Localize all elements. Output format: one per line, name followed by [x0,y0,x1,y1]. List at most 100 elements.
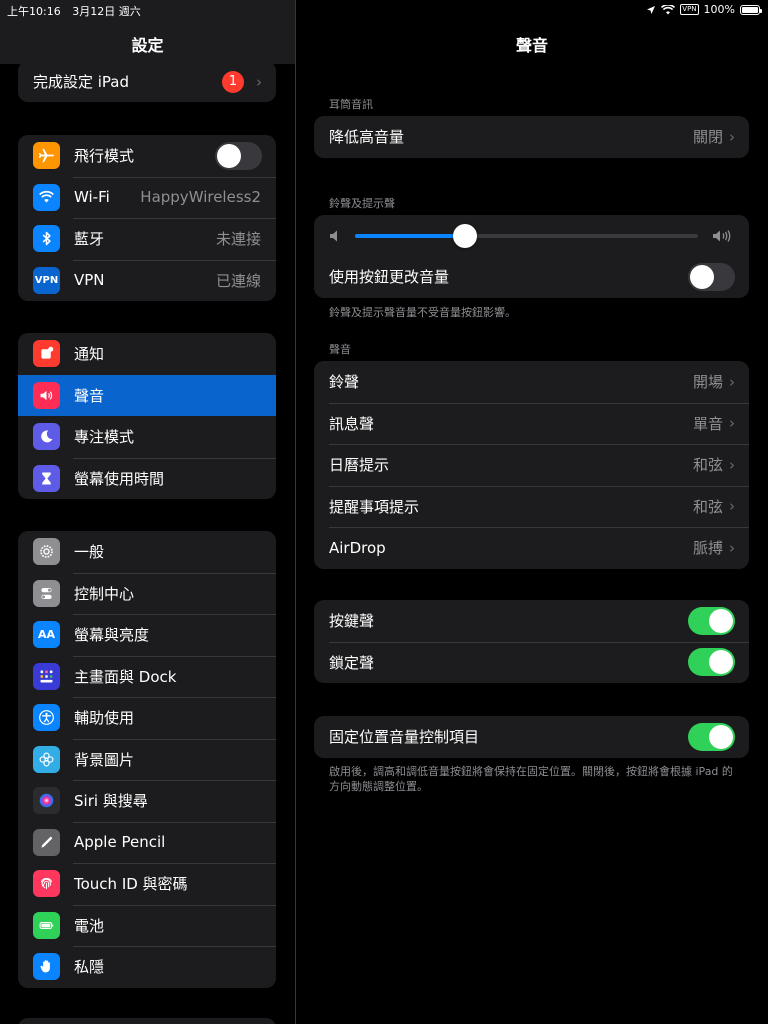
siri-icon [33,787,60,815]
battery-percent: 100% [703,3,735,16]
sidebar-item-privacy[interactable]: 私隱 [18,946,276,988]
sidebar-item-label: 電池 [74,916,105,935]
sidebar-item-label: 私隱 [74,958,105,977]
chevron-right-icon: › [729,414,735,433]
sidebar-item-home-screen[interactable]: 主畫面與 Dock [18,655,276,698]
change-with-buttons-label: 使用按鈕更改音量 [329,268,450,287]
sidebar-item-battery[interactable]: 電池 [18,904,276,947]
sidebar-item-general[interactable]: 一般 [18,531,276,573]
reduce-loud-audio-label: 降低高音量 [329,128,405,147]
calendar-alerts-row[interactable]: 日曆提示 和弦 › [314,444,749,486]
slider-thumb[interactable] [452,223,477,248]
change-with-buttons-row: 使用按鈕更改音量 [314,256,749,298]
status-date: 3月12日 週六 [72,5,141,18]
home-grid-icon [33,662,60,690]
setup-ipad-row[interactable]: 完成設定 iPad 1 › [18,61,276,102]
sidebar-item-label: 螢幕與亮度 [74,626,150,645]
keyboard-clicks-toggle[interactable] [688,606,735,635]
sidebar-item-display[interactable]: AA 螢幕與亮度 [18,614,276,656]
wifi-status-icon [661,4,676,14]
sidebar-item-siri[interactable]: Siri 與搜尋 [18,780,276,822]
ringer-volume-slider[interactable] [355,223,698,248]
sidebar-item-accessibility[interactable]: 輔助使用 [18,697,276,739]
sidebar-item-label: 專注模式 [74,428,135,447]
sidebar-item-label: 通知 [74,345,105,364]
hand-icon [33,953,60,981]
sounds-section-header: 聲音 [329,343,351,356]
fixed-volume-controls-toggle[interactable] [688,722,735,751]
battery-icon [33,911,60,939]
sidebar-item-label: 控制中心 [74,584,135,603]
headphone-section-header: 耳筒音訊 [329,98,373,111]
reduce-loud-audio-row[interactable]: 降低高音量 關閉 › [314,116,749,158]
calendar-alerts-value: 和弦 [692,456,723,475]
bluetooth-icon [33,225,60,253]
ringer-section-footer: 鈴聲及提示聲音量不受音量按鈕影響。 [329,306,516,319]
next-group-peek [18,1018,276,1024]
ringtone-row[interactable]: 鈴聲 開場 › [314,361,749,403]
sidebar-item-touch-id[interactable]: Touch ID 與密碼 [18,863,276,905]
lock-sound-toggle[interactable] [688,648,735,677]
sidebar-item-focus[interactable]: 專注模式 [18,416,276,458]
vpn-icon: VPN [33,266,60,294]
sidebar-item-apple-pencil[interactable]: Apple Pencil [18,821,276,864]
lock-sound-label: 鎖定聲 [329,653,375,672]
text-tone-row[interactable]: 訊息聲 單音 › [314,402,749,445]
ringtone-label: 鈴聲 [329,373,360,392]
notifications-icon [33,340,60,368]
volume-high-icon [713,229,731,242]
sidebar-item-notifications[interactable]: 通知 [18,333,276,375]
fingerprint-icon [33,870,60,898]
keyboard-clicks-row: 按鍵聲 [314,600,749,642]
sidebar-item-bluetooth[interactable]: 藍牙 未連接 [18,218,276,260]
reduce-loud-audio-value: 關閉 [692,128,723,147]
vpn-status-value: 已連線 [215,271,261,290]
status-time: 上午10:16 [7,5,61,18]
airdrop-row[interactable]: AirDrop 脈搏 › [314,527,749,569]
change-with-buttons-toggle[interactable] [688,262,735,291]
sidebar-item-label: Wi-Fi [74,188,110,207]
pencil-icon [33,828,60,856]
text-size-icon: AA [33,621,60,649]
notification-badge: 1 [222,70,244,93]
sidebar-item-label: 飛行模式 [74,147,135,166]
sidebar: 設定 完成設定 iPad 1 › 飛行模式 Wi-Fi HappyWireles… [0,0,295,1024]
airdrop-label: AirDrop [329,538,386,557]
airplane-icon [33,142,60,170]
reminder-alerts-row[interactable]: 提醒事項提示 和弦 › [314,485,749,528]
switches-icon [33,579,60,607]
sidebar-item-vpn[interactable]: VPN VPN 已連線 [18,259,276,302]
chevron-right-icon: › [729,455,735,474]
sidebar-item-wallpaper[interactable]: 背景圖片 [18,738,276,781]
sounds-group: 鈴聲 開場 › 訊息聲 單音 › 日曆提示 和弦 › 提醒事項提示 和弦 › A… [314,361,749,569]
sidebar-item-airplane[interactable]: 飛行模式 [18,135,276,177]
bluetooth-status-value: 未連接 [215,230,261,249]
sidebar-item-label: 輔助使用 [74,709,135,728]
airdrop-value: 脈搏 [692,539,723,558]
sidebar-item-label: Apple Pencil [74,833,166,852]
clicks-group: 按鍵聲 鎖定聲 [314,600,749,683]
sidebar-item-label: 聲音 [74,386,105,405]
chevron-right-icon: › [729,372,735,391]
sidebar-item-wifi[interactable]: Wi-Fi HappyWireless2 [18,176,276,219]
headphone-group: 降低高音量 關閉 › [314,116,749,158]
fixed-position-footer: 啟用後，調高和調低音量按鈕將會保持在固定位置。關閉後，按鈕將會根據 iPad 的… [329,765,733,793]
sidebar-item-label: Touch ID 與密碼 [74,875,188,894]
reminder-alerts-value: 和弦 [692,497,723,516]
accessibility-icon [33,704,60,732]
vpn-status-badge: VPN [680,4,699,15]
sidebar-item-screen-time[interactable]: 螢幕使用時間 [18,457,276,500]
fixed-volume-controls-row: 固定位置音量控制項目 [314,716,749,758]
wifi-network-value: HappyWireless2 [140,188,261,207]
hourglass-icon [33,464,60,492]
airplane-mode-toggle[interactable] [215,141,262,170]
sidebar-item-label: 主畫面與 Dock [74,667,177,686]
lock-sound-row: 鎖定聲 [314,641,749,684]
sidebar-item-label: 螢幕使用時間 [74,469,165,488]
moon-icon [33,423,60,451]
sidebar-item-sounds[interactable]: 聲音 [18,374,276,416]
text-tone-label: 訊息聲 [329,414,375,433]
ringer-section-header: 鈴聲及提示聲 [329,197,395,210]
sidebar-item-control-centre[interactable]: 控制中心 [18,572,276,615]
fixed-volume-controls-label: 固定位置音量控制項目 [329,728,480,747]
